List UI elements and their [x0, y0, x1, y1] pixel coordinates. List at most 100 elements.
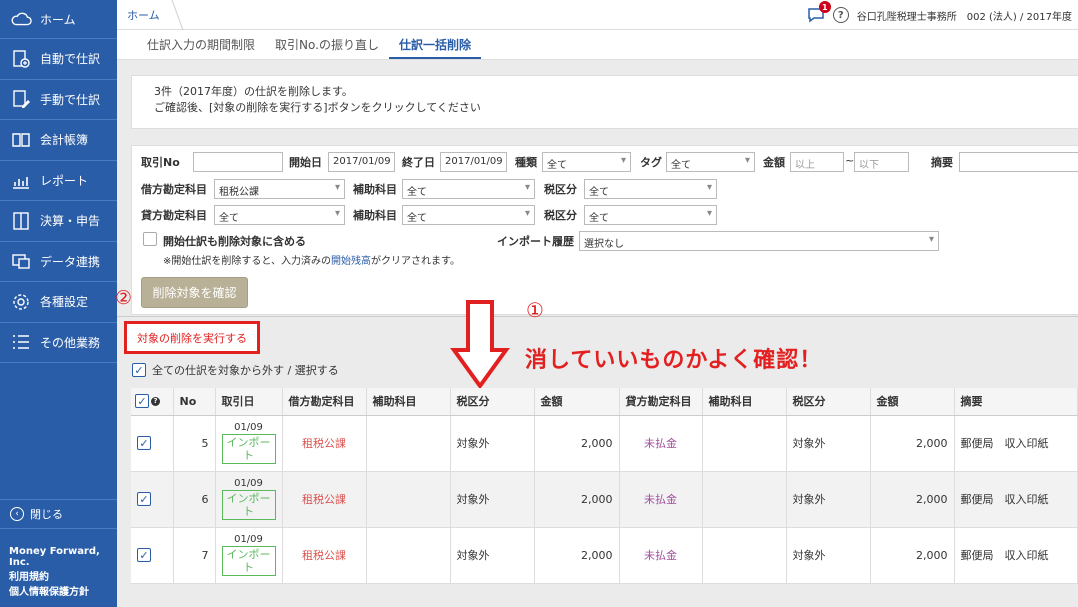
type-label: 種類 — [515, 156, 537, 169]
credit-sub-select[interactable]: 全て — [402, 205, 535, 225]
txn-no-input[interactable] — [193, 152, 283, 172]
sidebar-close-label: 閉じる — [30, 508, 63, 521]
start-date-label: 開始日 — [289, 156, 322, 169]
debit-account-select[interactable]: 租税公課 — [214, 179, 345, 199]
privacy-link[interactable]: 個人情報保護方針 — [9, 585, 89, 600]
table-row[interactable]: ✓ 7 01/09 インポート 租税公課 対象外 2,000 未払金 対象外 2,… — [131, 527, 1078, 584]
gear-icon — [10, 291, 32, 313]
tab-bulk-delete[interactable]: 仕訳一括削除 — [388, 30, 481, 59]
sidebar-item-data-link[interactable]: データ連携 — [0, 242, 117, 282]
header-credit-sub: 補助科目 — [702, 388, 787, 416]
select-all-toggle[interactable]: ✓ 全ての仕訳を対象から外す / 選択する — [132, 362, 339, 378]
import-tag: インポート — [221, 546, 276, 576]
row-check-cell[interactable]: ✓ — [131, 471, 174, 528]
sidebar-item-settings[interactable]: 各種設定 — [0, 282, 117, 323]
opening-balance-link[interactable]: 開始残高 — [331, 256, 371, 267]
table-row[interactable]: ✓ 6 01/09 インポート 租税公課 対象外 2,000 未払金 対象外 2,… — [131, 471, 1078, 528]
select-all-checkbox[interactable]: ✓ — [132, 363, 146, 377]
cell-credit-account[interactable]: 未払金 — [619, 527, 703, 584]
start-date-input[interactable]: 2017/01/09 — [328, 152, 395, 172]
breadcrumb-home[interactable]: ホーム — [117, 0, 178, 30]
credit-account-select[interactable]: 全て — [214, 205, 345, 225]
notification-button[interactable]: 1 — [807, 1, 831, 23]
opening-note-end: がクリアされます。 — [370, 256, 460, 267]
sidebar-item-auto-journal[interactable]: 自動で仕訳 — [0, 39, 117, 80]
opening-journal-checkbox[interactable] — [143, 232, 157, 246]
down-arrow-icon — [450, 300, 510, 390]
amount-min-input[interactable]: 以上 — [790, 152, 844, 172]
cell-credit-account[interactable]: 未払金 — [619, 471, 703, 528]
select-all-label: 全ての仕訳を対象から外す / 選択する — [152, 364, 339, 377]
header-check-cell[interactable]: ✓ ? — [131, 388, 174, 416]
header-checkbox[interactable]: ✓ — [135, 394, 149, 409]
amount-range-tilde: ~ — [845, 154, 855, 167]
sidebar-item-home[interactable]: ホーム — [0, 0, 117, 39]
cell-no: 7 — [173, 527, 216, 584]
office-name[interactable]: 谷口孔陛税理士事務所 002 (法人) / 2017年度 — [857, 8, 1072, 23]
confirm-targets-button[interactable]: 削除対象を確認 — [141, 277, 248, 308]
cell-debit-sub — [366, 471, 451, 528]
cell-memo: 郵便局 収入印紙 — [954, 471, 1078, 528]
filter-form: 取引No 開始日 2017/01/09 終了日 2017/01/09 種類 全て… — [131, 145, 1078, 315]
table-row[interactable]: ✓ 5 01/09 インポート 租税公課 対象外 2,000 未払金 対象外 2,… — [131, 415, 1078, 472]
row-checkbox[interactable]: ✓ — [137, 436, 151, 450]
credit-account-label: 貸方勘定科目 — [141, 209, 207, 222]
sidebar-item-report[interactable]: レポート — [0, 161, 117, 201]
amount-max-input[interactable]: 以下 — [854, 152, 909, 172]
cell-debit-account[interactable]: 租税公課 — [282, 415, 367, 472]
sidebar-item-label: その他業務 — [40, 335, 101, 350]
header-debit-tax: 税区分 — [450, 388, 535, 416]
credit-tax-select[interactable]: 全て — [584, 205, 717, 225]
cell-credit-tax: 対象外 — [786, 415, 871, 472]
import-tag: インポート — [221, 434, 276, 464]
help-circle-icon: ? — [151, 396, 160, 406]
memo-input[interactable] — [959, 152, 1078, 172]
debit-tax-select[interactable]: 全て — [584, 179, 717, 199]
row-check-cell[interactable]: ✓ — [131, 527, 174, 584]
sidebar-item-label: 会計帳簿 — [40, 133, 89, 148]
cell-credit-tax: 対象外 — [786, 471, 871, 528]
sidebar-item-label: 手動で仕訳 — [40, 92, 101, 107]
execute-delete-button[interactable]: 対象の削除を実行する — [124, 321, 260, 354]
tag-select[interactable]: 全て — [666, 152, 755, 172]
sidebar-item-closing[interactable]: 決算・申告 — [0, 201, 117, 242]
cell-date: 01/09 インポート — [215, 471, 283, 528]
cell-memo: 郵便局 収入印紙 — [954, 415, 1078, 472]
cell-credit-account[interactable]: 未払金 — [619, 415, 703, 472]
cell-debit-sub — [366, 527, 451, 584]
cloud-mf-logo-icon — [10, 8, 32, 30]
header-debit-account: 借方勘定科目 — [282, 388, 367, 416]
sidebar-item-other[interactable]: その他業務 — [0, 323, 117, 363]
help-icon[interactable]: ? — [832, 7, 849, 23]
row-checkbox[interactable]: ✓ — [137, 492, 151, 506]
journal-table: ✓ ? No 取引日 借方勘定科目 補助科目 税区分 金額 貸方勘定科目 補助科… — [131, 388, 1078, 584]
row-check-cell[interactable]: ✓ — [131, 415, 174, 472]
import-history-select[interactable]: 選択なし — [579, 231, 939, 251]
cell-debit-account[interactable]: 租税公課 — [282, 471, 367, 528]
row-checkbox[interactable]: ✓ — [137, 548, 151, 562]
opening-note: ※開始仕訳を削除すると、入力済みの開始残高がクリアされます。 — [163, 252, 460, 267]
cell-memo: 郵便局 収入印紙 — [954, 527, 1078, 584]
notice-line2: ご確認後、[対象の削除を実行する]ボタンをクリックしてください — [154, 101, 481, 114]
closing-icon — [10, 210, 32, 232]
debit-sub-select[interactable]: 全て — [402, 179, 535, 199]
annotation-circle-1: ① — [526, 298, 544, 322]
cell-debit-account[interactable]: 租税公課 — [282, 527, 367, 584]
annotation-warning-text: 消していいものかよく確認！ — [525, 348, 823, 373]
end-date-input[interactable]: 2017/01/09 — [440, 152, 507, 172]
sidebar-item-ledger[interactable]: 会計帳簿 — [0, 120, 117, 161]
terms-link[interactable]: 利用規約 — [9, 570, 89, 585]
sidebar-item-label: レポート — [40, 173, 89, 188]
type-select[interactable]: 全て — [542, 152, 631, 172]
tab-period-limit[interactable]: 仕訳入力の期間制限 — [137, 30, 265, 59]
cell-date: 01/09 インポート — [215, 415, 283, 472]
sidebar-item-manual-journal[interactable]: 手動で仕訳 — [0, 80, 117, 120]
opening-note-text: ※開始仕訳を削除すると、入力済みの — [163, 256, 331, 267]
notice-box: 3件（2017年度）の仕訳を削除します。 ご確認後、[対象の削除を実行する]ボタ… — [131, 75, 1078, 129]
date-text: 01/09 — [234, 422, 263, 433]
cell-debit-amount: 2,000 — [534, 527, 620, 584]
manual-journal-icon — [10, 88, 32, 110]
sidebar-close-button[interactable]: ‹ 閉じる — [0, 499, 117, 529]
credit-tax-label: 税区分 — [544, 209, 577, 222]
tab-renumber[interactable]: 取引No.の振り直し — [265, 30, 389, 59]
